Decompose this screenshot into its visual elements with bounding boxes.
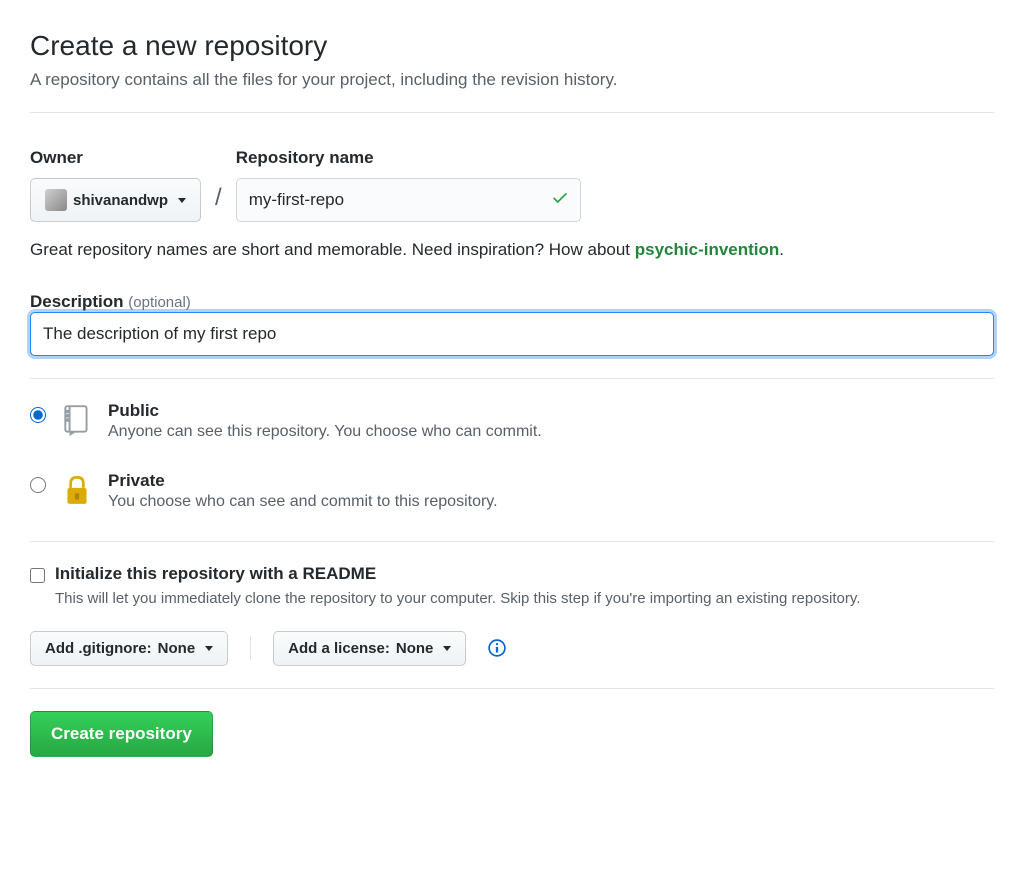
public-title: Public <box>108 401 994 421</box>
check-icon <box>551 189 569 212</box>
lock-icon <box>60 473 94 507</box>
avatar <box>45 189 67 211</box>
page-subtitle: A repository contains all the files for … <box>30 70 994 90</box>
repo-name-label: Repository name <box>236 148 581 168</box>
public-radio[interactable] <box>30 407 46 423</box>
page-title: Create a new repository <box>30 30 994 62</box>
info-icon[interactable] <box>488 639 506 657</box>
name-hint: Great repository names are short and mem… <box>30 240 994 260</box>
caret-down-icon <box>443 646 451 651</box>
description-input[interactable] <box>30 312 994 356</box>
public-desc: Anyone can see this repository. You choo… <box>108 423 994 441</box>
caret-down-icon <box>205 646 213 651</box>
vertical-separator <box>250 636 251 660</box>
repo-public-icon <box>60 403 94 437</box>
private-desc: You choose who can see and commit to thi… <box>108 493 994 511</box>
divider <box>30 541 994 542</box>
create-repository-button[interactable]: Create repository <box>30 711 213 757</box>
caret-down-icon <box>178 198 186 203</box>
license-dropdown[interactable]: Add a license: None <box>273 631 466 666</box>
repo-name-input[interactable] <box>236 178 581 222</box>
readme-title: Initialize this repository with a README <box>55 564 994 584</box>
private-title: Private <box>108 471 994 491</box>
readme-desc: This will let you immediately clone the … <box>55 588 994 611</box>
readme-checkbox[interactable] <box>30 568 45 583</box>
description-label: Description (optional) <box>30 292 191 311</box>
divider <box>30 688 994 689</box>
slash-separator: / <box>211 184 226 222</box>
divider <box>30 378 994 379</box>
owner-label: Owner <box>30 148 201 168</box>
divider <box>30 112 994 113</box>
suggestion-link[interactable]: psychic-invention <box>635 240 780 259</box>
owner-dropdown[interactable]: shivanandwp <box>30 178 201 222</box>
owner-name: shivanandwp <box>73 192 168 209</box>
gitignore-dropdown[interactable]: Add .gitignore: None <box>30 631 228 666</box>
private-radio[interactable] <box>30 477 46 493</box>
